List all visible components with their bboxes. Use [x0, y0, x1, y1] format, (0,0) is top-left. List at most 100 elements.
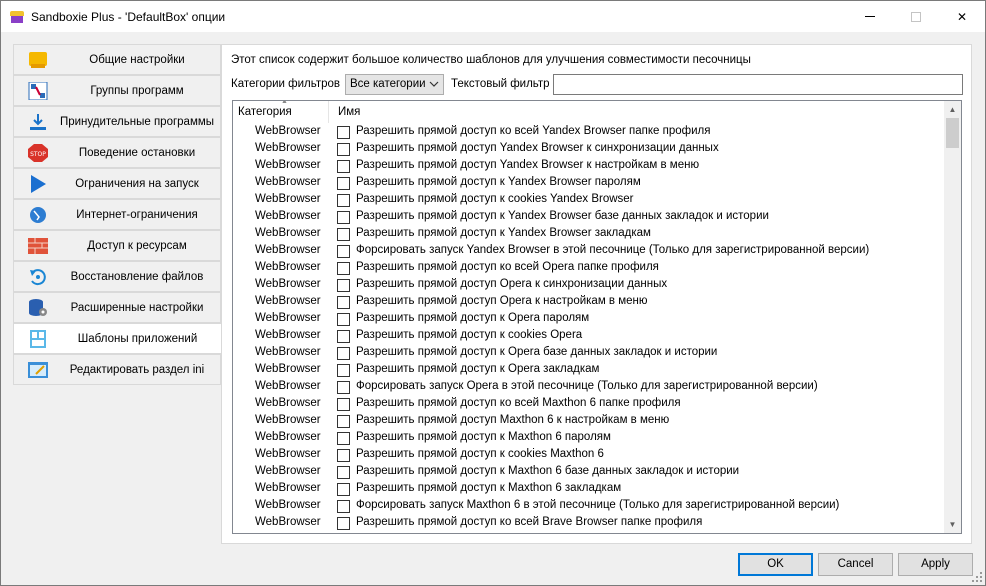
template-checkbox[interactable]: [337, 347, 350, 360]
text-filter-input[interactable]: [553, 74, 963, 95]
database-gear-icon: [29, 299, 47, 316]
template-checkbox[interactable]: [337, 381, 350, 394]
minimize-button[interactable]: [847, 1, 893, 32]
template-row[interactable]: WebBrowser Разрешить прямой доступ Yandex…: [233, 140, 945, 157]
template-checkbox[interactable]: [337, 398, 350, 411]
brick-wall-icon: [28, 238, 48, 254]
template-category: WebBrowser: [255, 227, 321, 239]
template-checkbox[interactable]: [337, 330, 350, 343]
template-category: WebBrowser: [255, 312, 321, 324]
template-row[interactable]: WebBrowser Разрешить прямой доступ Opera …: [233, 276, 945, 293]
template-category: WebBrowser: [255, 176, 321, 188]
sidebar-item-general[interactable]: Общие настройки: [13, 44, 221, 75]
sidebar-item-internet-restrictions[interactable]: Интернет-ограничения: [13, 199, 221, 230]
template-row[interactable]: WebBrowser Разрешить прямой доступ к cook…: [233, 327, 945, 344]
title-bar[interactable]: Sandboxie Plus - 'DefaultBox' опции ✕: [1, 1, 985, 32]
template-category: WebBrowser: [255, 261, 321, 273]
ok-button[interactable]: OK: [738, 553, 813, 576]
template-row[interactable]: WebBrowser Разрешить прямой доступ Maxtho…: [233, 412, 945, 429]
template-checkbox[interactable]: [337, 296, 350, 309]
sidebar-item-edit-ini[interactable]: Редактировать раздел ini: [13, 354, 221, 385]
apply-button[interactable]: Apply: [898, 553, 973, 576]
template-checkbox[interactable]: [337, 415, 350, 428]
column-header-category[interactable]: ▲ Категория: [233, 101, 329, 123]
sidebar-item-label: Ограничения на запуск: [75, 177, 199, 190]
scroll-thumb[interactable]: [946, 118, 959, 148]
template-checkbox[interactable]: [337, 313, 350, 326]
sidebar-item-label: Принудительные программы: [59, 115, 215, 128]
sidebar-item-start-restrictions[interactable]: Ограничения на запуск: [13, 168, 221, 199]
template-checkbox[interactable]: [337, 126, 350, 139]
scroll-down-icon[interactable]: ▼: [944, 516, 961, 533]
template-row[interactable]: WebBrowser Разрешить прямой доступ к cook…: [233, 191, 945, 208]
vertical-scrollbar[interactable]: ▲ ▼: [944, 101, 961, 533]
sidebar-item-label: Группы программ: [90, 84, 184, 97]
template-checkbox[interactable]: [337, 432, 350, 445]
template-category: WebBrowser: [255, 397, 321, 409]
template-checkbox[interactable]: [337, 517, 350, 530]
template-checkbox[interactable]: [337, 262, 350, 275]
template-checkbox[interactable]: [337, 449, 350, 462]
templates-description: Этот список содержит большое количество …: [231, 54, 751, 66]
template-category: WebBrowser: [255, 295, 321, 307]
options-window: Sandboxie Plus - 'DefaultBox' опции ✕ Об…: [0, 0, 986, 586]
template-category: WebBrowser: [255, 346, 321, 358]
template-row[interactable]: WebBrowser Разрешить прямой доступ к Maxt…: [233, 429, 945, 446]
close-button[interactable]: ✕: [939, 1, 985, 32]
template-row[interactable]: WebBrowser Разрешить прямой доступ ко все…: [233, 514, 945, 531]
text-filter-label: Текстовый фильтр: [451, 78, 550, 90]
sidebar-item-stop-behavior[interactable]: STOP Поведение остановки: [13, 137, 221, 168]
template-checkbox[interactable]: [337, 483, 350, 496]
template-category: WebBrowser: [255, 516, 321, 528]
template-checkbox[interactable]: [337, 364, 350, 377]
template-checkbox[interactable]: [337, 177, 350, 190]
template-row[interactable]: WebBrowser Разрешить прямой доступ ко все…: [233, 123, 945, 140]
column-header-name-label: Имя: [338, 106, 361, 118]
sidebar-item-app-templates[interactable]: Шаблоны приложений: [13, 323, 222, 354]
filter-categories-select[interactable]: Все категории: [345, 74, 444, 95]
template-checkbox[interactable]: [337, 160, 350, 173]
globe-icon: [30, 207, 46, 223]
resize-grip-icon[interactable]: [972, 572, 982, 582]
template-name: Разрешить прямой доступ к cookies Yandex…: [356, 193, 634, 205]
filter-categories-label: Категории фильтров: [231, 78, 341, 90]
template-row[interactable]: WebBrowser Разрешить прямой доступ к cook…: [233, 446, 945, 463]
template-name: Разрешить прямой доступ Yandex Browser к…: [356, 142, 719, 154]
template-checkbox[interactable]: [337, 245, 350, 258]
template-checkbox[interactable]: [337, 228, 350, 241]
template-row[interactable]: WebBrowser Разрешить прямой доступ к Yand…: [233, 225, 945, 242]
template-category: WebBrowser: [255, 363, 321, 375]
template-row[interactable]: WebBrowser Разрешить прямой доступ ко все…: [233, 395, 945, 412]
template-checkbox[interactable]: [337, 143, 350, 156]
template-row[interactable]: WebBrowser Форсировать запуск Yandex Brow…: [233, 242, 945, 259]
template-checkbox[interactable]: [337, 194, 350, 207]
scroll-up-icon[interactable]: ▲: [944, 101, 961, 118]
maximize-button[interactable]: [893, 1, 939, 32]
sidebar-item-file-recovery[interactable]: Восстановление файлов: [13, 261, 221, 292]
template-checkbox[interactable]: [337, 466, 350, 479]
template-checkbox[interactable]: [337, 279, 350, 292]
template-row[interactable]: WebBrowser Разрешить прямой доступ к Oper…: [233, 310, 945, 327]
sidebar-item-forced-programs[interactable]: Принудительные программы: [13, 106, 221, 137]
cancel-button[interactable]: Cancel: [818, 553, 893, 576]
template-category: WebBrowser: [255, 244, 321, 256]
template-checkbox[interactable]: [337, 211, 350, 224]
template-category: WebBrowser: [255, 380, 321, 392]
sidebar-item-program-groups[interactable]: Группы программ: [13, 75, 221, 106]
template-row[interactable]: WebBrowser Разрешить прямой доступ к Maxt…: [233, 463, 945, 480]
template-checkbox[interactable]: [337, 500, 350, 513]
options-sidebar: Общие настройки Группы программ Принудит…: [13, 44, 222, 385]
column-header-name[interactable]: Имя: [330, 101, 944, 123]
template-row[interactable]: WebBrowser Разрешить прямой доступ ко все…: [233, 259, 945, 276]
template-row[interactable]: WebBrowser Разрешить прямой доступ к Oper…: [233, 361, 945, 378]
template-row[interactable]: WebBrowser Разрешить прямой доступ Opera …: [233, 293, 945, 310]
template-row[interactable]: WebBrowser Разрешить прямой доступ к Yand…: [233, 174, 945, 191]
template-row[interactable]: WebBrowser Разрешить прямой доступ Yandex…: [233, 157, 945, 174]
sidebar-item-advanced-settings[interactable]: Расширенные настройки: [13, 292, 221, 323]
template-row[interactable]: WebBrowser Разрешить прямой доступ к Maxt…: [233, 480, 945, 497]
template-row[interactable]: WebBrowser Форсировать запуск Maxthon 6 в…: [233, 497, 945, 514]
template-row[interactable]: WebBrowser Разрешить прямой доступ к Oper…: [233, 344, 945, 361]
template-row[interactable]: WebBrowser Форсировать запуск Opera в это…: [233, 378, 945, 395]
template-row[interactable]: WebBrowser Разрешить прямой доступ к Yand…: [233, 208, 945, 225]
sidebar-item-resource-access[interactable]: Доступ к ресурсам: [13, 230, 221, 261]
